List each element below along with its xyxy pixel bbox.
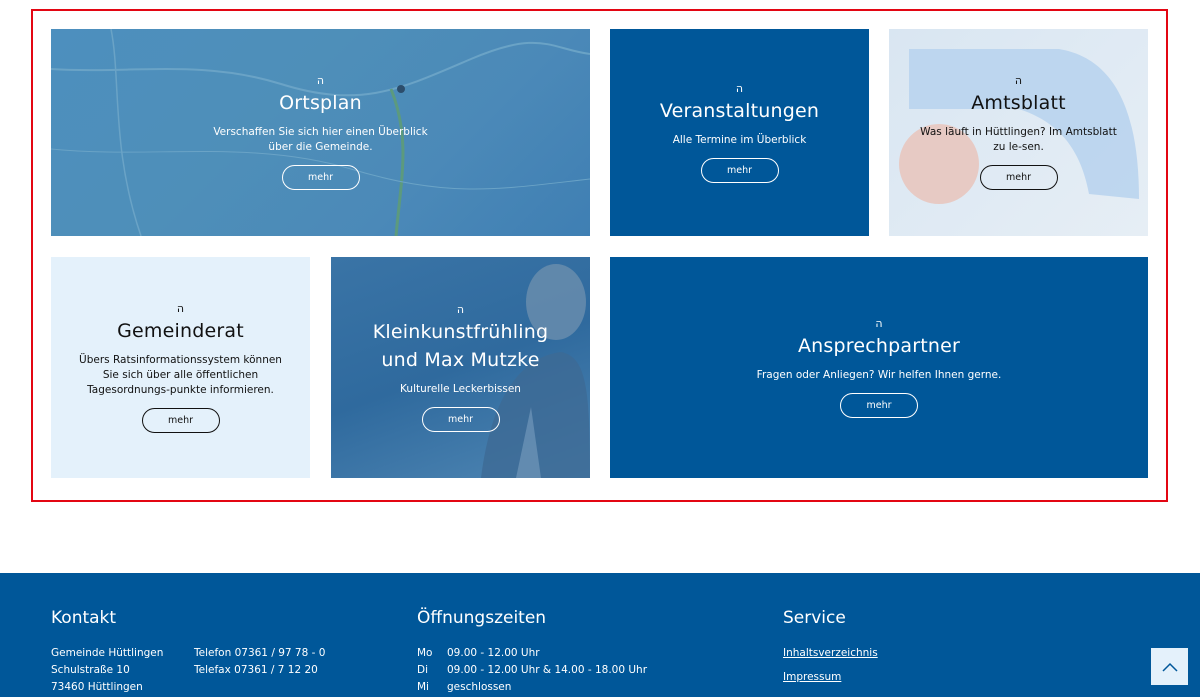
- opening-row: Di 09.00 - 12.00 Uhr & 14.00 - 18.00 Uhr: [417, 662, 647, 679]
- opening-hours: Mo 09.00 - 12.00 Uhr Di 09.00 - 12.00 Uh…: [417, 645, 647, 696]
- link-impressum[interactable]: Impressum: [783, 669, 878, 686]
- footer-phone-fax: Telefon 07361 / 97 78 - 0 Telefax 07361 …: [194, 645, 325, 679]
- tile-title: Amtsblatt: [971, 92, 1066, 114]
- mehr-button[interactable]: mehr: [281, 165, 360, 190]
- tile-symbol-icon: ה: [456, 302, 465, 316]
- opening-row: Mo 09.00 - 12.00 Uhr: [417, 645, 647, 662]
- opening-day: Mi: [417, 681, 429, 693]
- mehr-button[interactable]: mehr: [840, 392, 918, 418]
- opening-hours-value: 09.00 - 12.00 Uhr & 14.00 - 18.00 Uhr: [447, 664, 648, 676]
- chevron-up-icon: [1161, 662, 1178, 672]
- tile-title: Ortsplan: [279, 92, 362, 114]
- tile-text: Alle Termine im Überblick: [672, 133, 807, 146]
- footer-heading-oeffnungszeiten: Öffnungszeiten: [417, 608, 547, 628]
- tile-text: Was läuft in Hüttlingen? Im Amtsblatt zu…: [920, 126, 1117, 153]
- tile-ortsplan[interactable]: ה Ortsplan Verschaffen Sie sich hier ein…: [51, 29, 590, 236]
- opening-row: Mi geschlossen: [417, 679, 647, 696]
- mehr-button[interactable]: mehr: [979, 165, 1058, 190]
- tile-veranstaltungen[interactable]: ה Veranstaltungen Alle Termine im Überbl…: [610, 29, 869, 236]
- footer: Kontakt Gemeinde Hüttlingen Schulstraße …: [0, 573, 1200, 697]
- tile-kleinkunst[interactable]: ה Kleinkunstfrühling und Max Mutzke Kult…: [331, 257, 590, 478]
- mehr-button[interactable]: mehr: [141, 407, 220, 433]
- address-line: 73460 Hüttlingen: [51, 681, 143, 693]
- tile-title: Ansprechpartner: [797, 334, 961, 357]
- tile-amtsblatt[interactable]: ה Amtsblatt Was läuft in Hüttlingen? Im …: [889, 29, 1148, 236]
- tile-text: Fragen oder Anliegen? Wir helfen Ihnen g…: [756, 368, 1002, 381]
- tile-ansprechpartner[interactable]: ה Ansprechpartner Fragen oder Anliegen? …: [610, 257, 1148, 478]
- tile-text: Übers Ratsinformationssystem können Sie …: [79, 353, 282, 396]
- tile-text: Kulturelle Leckerbissen: [400, 382, 521, 395]
- link-inhaltsverzeichnis[interactable]: Inhaltsverzeichnis: [783, 645, 878, 662]
- service-links: Inhaltsverzeichnis Impressum: [783, 645, 878, 693]
- mehr-button[interactable]: mehr: [421, 406, 500, 432]
- tile-title: Kleinkunstfrühling und Max Mutzke: [372, 320, 549, 371]
- fax-number: Telefax 07361 / 7 12 20: [194, 664, 318, 676]
- opening-day: Mo: [417, 647, 433, 659]
- opening-hours-value: 09.00 - 12.00 Uhr: [447, 647, 540, 659]
- tile-text: Verschaffen Sie sich hier einen Überblic…: [213, 126, 428, 153]
- tile-symbol-icon: ה: [176, 301, 185, 315]
- address-line: Schulstraße 10: [51, 664, 130, 676]
- address-line: Gemeinde Hüttlingen: [51, 647, 164, 659]
- tile-symbol-icon: ה: [735, 81, 744, 95]
- tile-symbol-icon: ה: [875, 316, 883, 330]
- tile-title: Gemeinderat: [117, 319, 244, 342]
- phone-number[interactable]: Telefon 07361 / 97 78 - 0: [194, 645, 325, 662]
- scroll-to-top-button[interactable]: [1151, 648, 1188, 685]
- opening-day: Di: [417, 664, 429, 676]
- tile-title: Veranstaltungen: [659, 99, 820, 122]
- footer-address: Gemeinde Hüttlingen Schulstraße 10 73460…: [51, 645, 163, 696]
- tile-symbol-icon: ה: [316, 74, 325, 87]
- mehr-button[interactable]: mehr: [700, 157, 779, 183]
- opening-hours-value: geschlossen: [447, 681, 512, 693]
- footer-heading-kontakt: Kontakt: [51, 608, 117, 628]
- tile-symbol-icon: ה: [1014, 74, 1023, 87]
- footer-heading-service: Service: [783, 608, 846, 628]
- tile-gemeinderat[interactable]: ה Gemeinderat Übers Ratsinformationssyst…: [51, 257, 310, 478]
